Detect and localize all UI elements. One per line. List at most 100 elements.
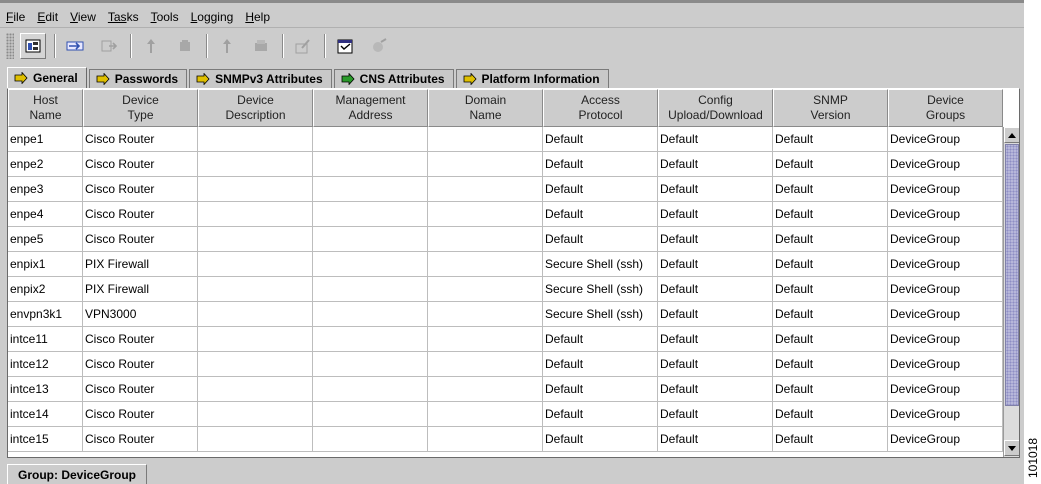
- table-cell[interactable]: [428, 302, 543, 327]
- table-cell[interactable]: enpe3: [8, 177, 83, 202]
- tab-passwords[interactable]: Passwords: [88, 69, 188, 88]
- table-cell[interactable]: [198, 152, 313, 177]
- import-button[interactable]: [62, 33, 88, 59]
- table-cell[interactable]: [428, 177, 543, 202]
- deploy-group-button[interactable]: [248, 33, 274, 59]
- table-cell[interactable]: [428, 227, 543, 252]
- table-cell[interactable]: [313, 152, 428, 177]
- table-row[interactable]: intce14 Cisco Router Default Default Default…: [8, 402, 1003, 427]
- table-cell[interactable]: Cisco Router: [83, 402, 198, 427]
- table-cell[interactable]: intce15: [8, 427, 83, 452]
- table-cell[interactable]: Default: [543, 127, 658, 152]
- table-cell[interactable]: DeviceGroup: [888, 252, 1003, 277]
- table-cell[interactable]: Default: [658, 202, 773, 227]
- menu-edit[interactable]: Edit: [37, 9, 58, 25]
- table-row[interactable]: intce13 Cisco Router Default Default Default…: [8, 377, 1003, 402]
- table-cell[interactable]: Cisco Router: [83, 352, 198, 377]
- table-cell[interactable]: DeviceGroup: [888, 302, 1003, 327]
- device-manager-button[interactable]: [20, 33, 46, 59]
- table-cell[interactable]: Cisco Router: [83, 127, 198, 152]
- table-cell[interactable]: Default: [658, 427, 773, 452]
- table-cell[interactable]: Default: [543, 377, 658, 402]
- table-cell[interactable]: intce13: [8, 377, 83, 402]
- table-cell[interactable]: [428, 127, 543, 152]
- table-cell[interactable]: DeviceGroup: [888, 402, 1003, 427]
- table-cell[interactable]: [428, 152, 543, 177]
- table-cell[interactable]: [428, 402, 543, 427]
- table-row[interactable]: enpix1 PIX Firewall Secure Shell (ssh) Defa…: [8, 252, 1003, 277]
- table-cell[interactable]: [428, 377, 543, 402]
- table-cell[interactable]: [313, 377, 428, 402]
- table-cell[interactable]: Default: [773, 227, 888, 252]
- table-row[interactable]: intce12 Cisco Router Default Default Default…: [8, 352, 1003, 377]
- table-cell[interactable]: DeviceGroup: [888, 277, 1003, 302]
- table-cell[interactable]: VPN3000: [83, 302, 198, 327]
- table-cell[interactable]: Cisco Router: [83, 327, 198, 352]
- edit-button[interactable]: [290, 33, 316, 59]
- table-cell[interactable]: DeviceGroup: [888, 127, 1003, 152]
- table-cell[interactable]: PIX Firewall: [83, 277, 198, 302]
- table-cell[interactable]: Cisco Router: [83, 427, 198, 452]
- table-cell[interactable]: [428, 252, 543, 277]
- table-cell[interactable]: Default: [543, 202, 658, 227]
- column-header[interactable]: Access Protocol: [543, 89, 658, 127]
- table-cell[interactable]: envpn3k1: [8, 302, 83, 327]
- tab-cns-attributes[interactable]: CNS Attributes: [333, 69, 454, 88]
- table-cell[interactable]: [313, 127, 428, 152]
- table-row[interactable]: intce11 Cisco Router Default Default Default…: [8, 327, 1003, 352]
- table-cell[interactable]: [313, 202, 428, 227]
- table-row[interactable]: enpe3 Cisco Router Default Default Default De…: [8, 177, 1003, 202]
- table-cell[interactable]: Default: [658, 277, 773, 302]
- table-cell[interactable]: [198, 277, 313, 302]
- menu-logging[interactable]: Logging: [191, 9, 234, 25]
- menu-file[interactable]: File: [6, 9, 25, 25]
- table-cell[interactable]: [198, 252, 313, 277]
- table-cell[interactable]: Cisco Router: [83, 152, 198, 177]
- table-row[interactable]: enpe2 Cisco Router Default Default Default De…: [8, 152, 1003, 177]
- table-cell[interactable]: Default: [773, 127, 888, 152]
- table-cell[interactable]: Default: [773, 202, 888, 227]
- table-cell[interactable]: enpe1: [8, 127, 83, 152]
- column-header[interactable]: Host Name: [8, 89, 83, 127]
- table-cell[interactable]: [313, 352, 428, 377]
- table-cell[interactable]: Default: [773, 427, 888, 452]
- table-cell[interactable]: [428, 327, 543, 352]
- table-cell[interactable]: [198, 177, 313, 202]
- table-row[interactable]: enpe5 Cisco Router Default Default Default De…: [8, 227, 1003, 252]
- table-cell[interactable]: Default: [773, 277, 888, 302]
- table-cell[interactable]: PIX Firewall: [83, 252, 198, 277]
- column-header[interactable]: Domain Name: [428, 89, 543, 127]
- tab-platform-information[interactable]: Platform Information: [455, 69, 609, 88]
- table-cell[interactable]: [428, 352, 543, 377]
- vertical-scrollbar[interactable]: [1003, 127, 1019, 457]
- table-cell[interactable]: Default: [658, 252, 773, 277]
- discover-button[interactable]: [366, 33, 392, 59]
- table-cell[interactable]: [198, 377, 313, 402]
- table-cell[interactable]: Default: [658, 377, 773, 402]
- deploy-button[interactable]: [214, 33, 240, 59]
- column-header[interactable]: SNMP Version: [773, 89, 888, 127]
- scroll-up-button[interactable]: [1004, 127, 1019, 143]
- table-cell[interactable]: [198, 227, 313, 252]
- table-cell[interactable]: Cisco Router: [83, 202, 198, 227]
- table-row[interactable]: enpe4 Cisco Router Default Default Default De…: [8, 202, 1003, 227]
- menu-tasks[interactable]: Tasks: [108, 9, 139, 25]
- table-cell[interactable]: enpe4: [8, 202, 83, 227]
- scroll-thumb[interactable]: [1005, 144, 1019, 406]
- table-cell[interactable]: [313, 427, 428, 452]
- table-cell[interactable]: Cisco Router: [83, 177, 198, 202]
- table-cell[interactable]: DeviceGroup: [888, 327, 1003, 352]
- table-cell[interactable]: enpe5: [8, 227, 83, 252]
- table-cell[interactable]: Default: [543, 327, 658, 352]
- tab-general[interactable]: General: [7, 67, 87, 88]
- table-cell[interactable]: Default: [773, 177, 888, 202]
- table-cell[interactable]: Secure Shell (ssh): [543, 302, 658, 327]
- table-cell[interactable]: Default: [658, 327, 773, 352]
- table-cell[interactable]: [313, 327, 428, 352]
- table-cell[interactable]: Cisco Router: [83, 377, 198, 402]
- table-cell[interactable]: [198, 302, 313, 327]
- table-cell[interactable]: Default: [658, 352, 773, 377]
- properties-button[interactable]: [332, 33, 358, 59]
- table-cell[interactable]: [428, 277, 543, 302]
- table-cell[interactable]: Default: [773, 252, 888, 277]
